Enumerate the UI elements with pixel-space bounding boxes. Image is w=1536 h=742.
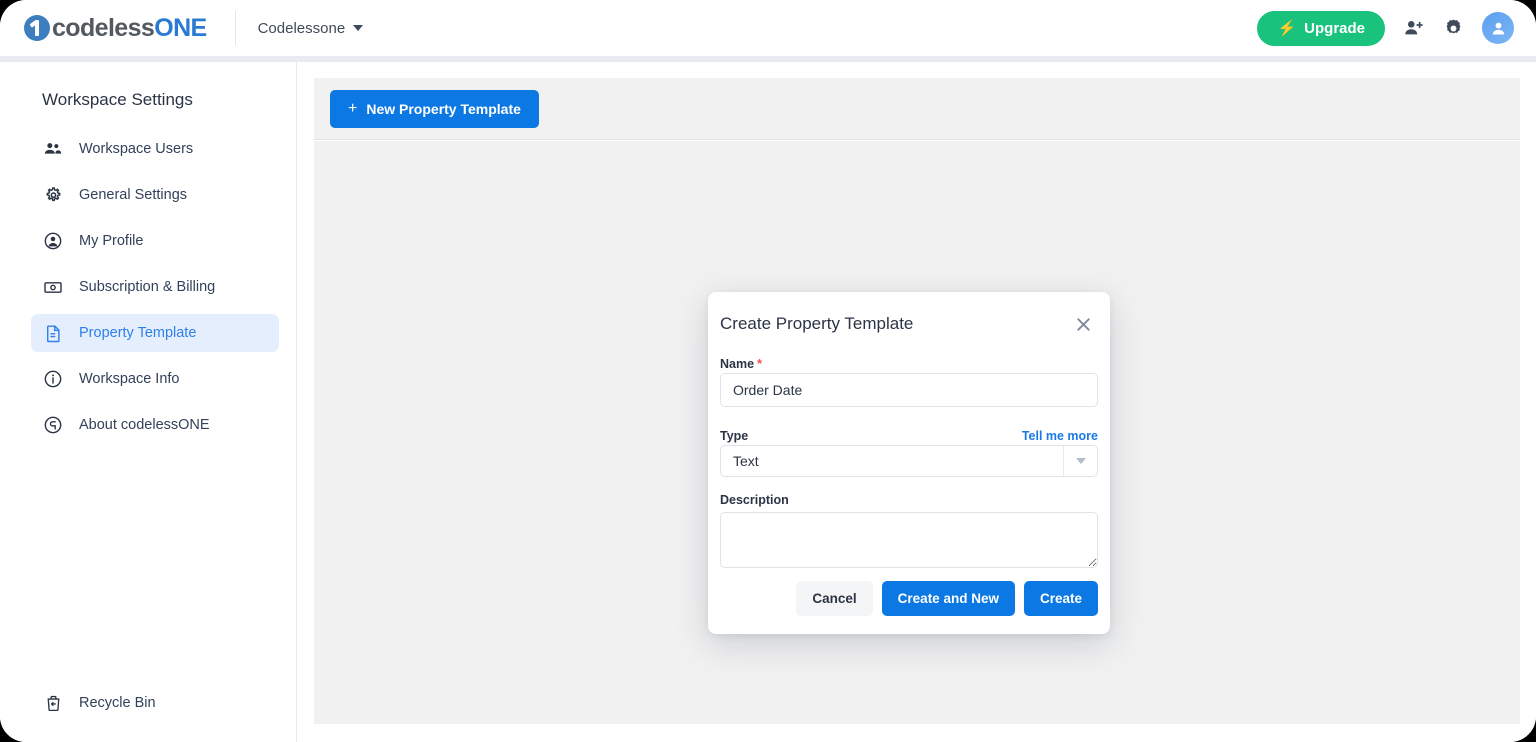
user-circle-icon [43, 231, 63, 251]
dialog-title: Create Property Template [720, 314, 914, 333]
type-select[interactable]: Text [720, 445, 1098, 477]
content-toolbar: + New Property Template [314, 78, 1520, 140]
sidebar-item-label: My Profile [79, 233, 144, 249]
dialog-actions: Cancel Create and New Create [796, 581, 1098, 616]
users-group-icon [43, 139, 63, 159]
brand-logo[interactable]: codelessONE [24, 14, 207, 43]
document-icon [43, 324, 63, 343]
brand-name-blue: ONE [154, 13, 207, 42]
description-field-label: Description [720, 493, 789, 507]
create-property-template-dialog: Create Property Template Name* Type Tell… [708, 292, 1110, 634]
sidebar-title: Workspace Settings [42, 90, 193, 109]
add-user-icon[interactable] [1403, 17, 1425, 39]
sidebar-item-label: Recycle Bin [79, 695, 156, 711]
cancel-button[interactable]: Cancel [796, 581, 873, 616]
upgrade-button[interactable]: ⚡ Upgrade [1257, 10, 1385, 46]
sidebar-item-subscription-billing[interactable]: Subscription & Billing [31, 268, 279, 306]
name-label-text: Name [720, 357, 755, 371]
sidebar-item-label: Workspace Info [79, 371, 180, 387]
close-icon[interactable] [1070, 311, 1096, 337]
plus-icon: + [348, 99, 358, 117]
sidebar-item-recycle-bin[interactable]: Recycle Bin [31, 684, 156, 722]
banknote-icon [43, 277, 63, 298]
description-textarea[interactable] [720, 512, 1098, 568]
sidebar-item-label: About codelessONE [79, 417, 210, 433]
workspace-switcher[interactable]: Codelessone [258, 20, 364, 37]
sidebar-item-label: Workspace Users [79, 141, 194, 157]
info-circle-icon [43, 369, 63, 389]
type-select-arrow[interactable] [1063, 446, 1097, 476]
new-property-template-label: New Property Template [366, 100, 521, 117]
gear-icon[interactable] [1443, 18, 1464, 39]
avatar[interactable] [1482, 12, 1514, 44]
type-field-label: Type [720, 429, 749, 443]
recycle-bin-icon [43, 694, 63, 713]
upgrade-button-label: Upgrade [1304, 19, 1365, 37]
create-and-new-button[interactable]: Create and New [881, 581, 1015, 616]
sidebar-item-property-template[interactable]: Property Template [31, 314, 279, 352]
codelessone-logo-icon [24, 15, 50, 41]
new-property-template-button[interactable]: + New Property Template [330, 89, 539, 128]
gear-icon [43, 186, 63, 205]
chevron-down-icon [353, 25, 364, 31]
sidebar-item-label: Subscription & Billing [79, 279, 216, 295]
sidebar-item-workspace-info[interactable]: Workspace Info [31, 360, 279, 398]
sidebar: Workspace Settings Workspace Users Gener… [0, 62, 297, 742]
app-window: codelessONE Codelessone ⚡ Upgrade Worksp… [0, 0, 1536, 742]
header-divider [234, 11, 236, 45]
brand-name: codelessONE [52, 14, 207, 43]
workspace-switcher-label: Codelessone [257, 19, 346, 37]
brand-name-dark: codeless [52, 13, 155, 42]
sidebar-item-general-settings[interactable]: General Settings [31, 176, 279, 214]
required-marker: * [757, 356, 763, 371]
sidebar-item-label: Property Template [79, 325, 197, 341]
name-input[interactable] [720, 373, 1098, 407]
tell-me-more-link[interactable]: Tell me more [1022, 429, 1098, 443]
about-circle-icon [43, 415, 63, 435]
header-actions: ⚡ Upgrade [1257, 10, 1514, 46]
chevron-down-icon [1075, 458, 1086, 464]
sidebar-item-about-codelessone[interactable]: About codelessONE [31, 406, 279, 444]
name-field-label: Name * [720, 356, 762, 371]
top-header: codelessONE Codelessone ⚡ Upgrade [0, 0, 1536, 56]
create-button[interactable]: Create [1023, 581, 1098, 616]
sidebar-item-workspace-users[interactable]: Workspace Users [31, 130, 279, 168]
type-select-value: Text [733, 453, 759, 469]
sidebar-item-my-profile[interactable]: My Profile [31, 222, 279, 260]
body-area: Workspace Settings Workspace Users Gener… [0, 62, 1536, 742]
sidebar-item-label: General Settings [79, 187, 188, 203]
lightning-bolt-icon: ⚡ [1277, 19, 1297, 37]
